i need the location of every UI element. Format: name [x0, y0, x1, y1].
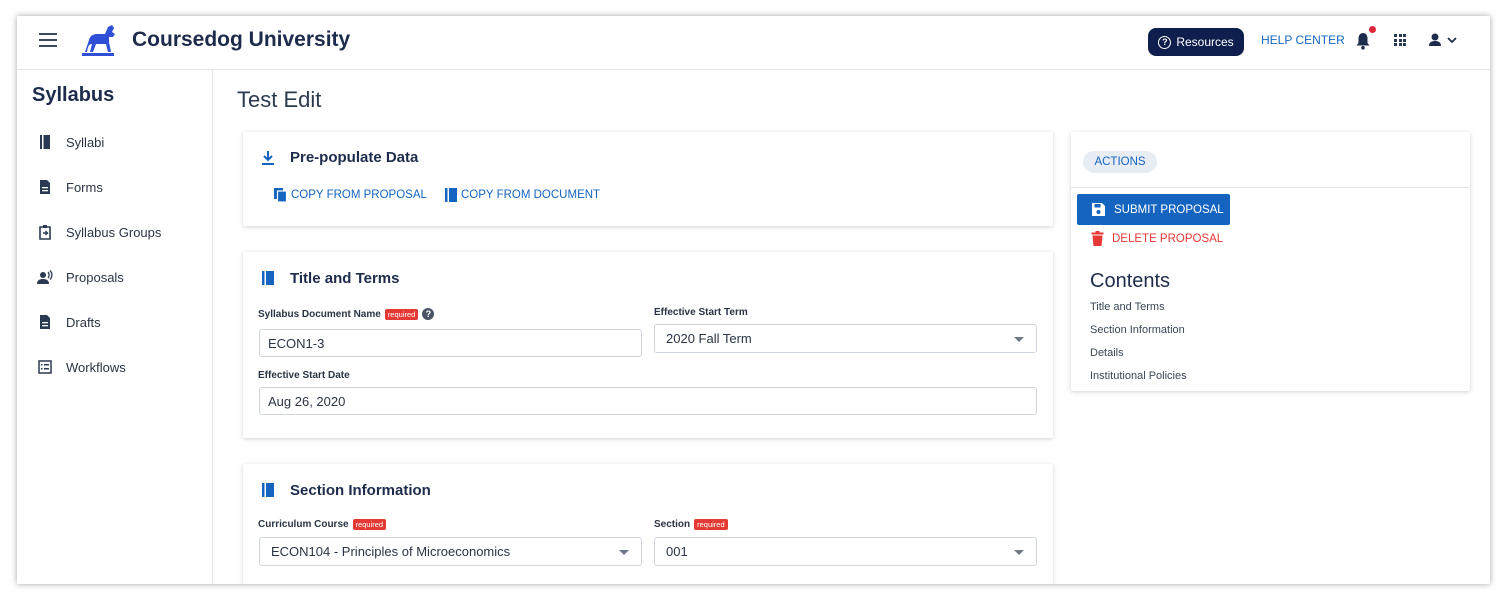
resources-button[interactable]: ? Resources [1148, 28, 1244, 56]
contents-link-section-information[interactable]: Section Information [1090, 324, 1185, 336]
sidebar-item-syllabus-groups[interactable]: Syllabus Groups [37, 220, 207, 244]
actions-tab[interactable]: ACTIONS [1083, 151, 1157, 173]
contents-title: Contents [1090, 270, 1171, 292]
chevron-down-icon [619, 549, 629, 555]
copy-from-proposal-label: COPY FROM PROPOSAL [291, 189, 427, 201]
contents-link-title-terms[interactable]: Title and Terms [1090, 301, 1165, 313]
question-circle-icon: ? [1158, 35, 1172, 49]
required-badge: required [384, 308, 419, 320]
start-date-label: Effective Start Date [258, 370, 350, 381]
sidebar-item-label: Syllabus Groups [66, 224, 162, 240]
start-term-select[interactable]: 2020 Fall Term [654, 324, 1037, 353]
start-term-label-text: Effective Start Term [654, 307, 748, 318]
document-icon [40, 180, 50, 194]
apps-grid-icon[interactable] [1394, 34, 1406, 46]
help-circle-icon[interactable]: ? [422, 308, 435, 320]
help-center-link[interactable]: HELP CENTER [1261, 33, 1345, 47]
section-value: 001 [666, 544, 688, 559]
sidebar: Syllabus Syllabi Forms Syllabus Groups P… [17, 70, 213, 584]
contents-link-institutional-policies[interactable]: Institutional Policies [1090, 370, 1187, 382]
user-menu-icon[interactable] [1428, 32, 1462, 50]
submit-proposal-button[interactable]: SUBMIT PROPOSAL [1077, 194, 1230, 225]
section-label-text: Section [654, 519, 691, 530]
sidebar-title: Syllabus [32, 84, 115, 106]
required-badge: required [352, 519, 387, 530]
curriculum-course-select[interactable]: ECON104 - Principles of Microeconomics [259, 537, 642, 566]
hamburger-menu-icon[interactable] [39, 33, 57, 47]
sidebar-item-label: Syllabi [66, 134, 105, 150]
brand-title: Coursedog University [132, 28, 351, 51]
chevron-down-icon [1014, 336, 1024, 342]
course-label: Curriculum Course required [258, 519, 387, 530]
section-info-card: Section Information Curriculum Course re… [243, 464, 1053, 584]
copy-icon [274, 188, 288, 203]
sidebar-item-label: Forms [66, 179, 103, 195]
section-info-title: Section Information [290, 482, 431, 499]
notification-dot [1369, 26, 1376, 33]
document-icon [40, 315, 50, 329]
download-icon [262, 151, 274, 165]
book-icon [40, 135, 50, 149]
section-label: Section required [654, 519, 728, 530]
top-bar: Coursedog University ? Resources HELP CE… [17, 16, 1490, 70]
course-value: ECON104 - Principles of Microeconomics [271, 544, 511, 559]
book-icon [262, 483, 274, 497]
copy-from-proposal-button[interactable]: COPY FROM PROPOSAL [273, 187, 427, 203]
page-title: Test Edit [237, 87, 322, 112]
section-select[interactable]: 001 [654, 537, 1037, 566]
list-icon [38, 360, 52, 374]
resources-label: Resources [1176, 35, 1234, 49]
prepopulate-card: Pre-populate Data COPY FROM PROPOSAL COP… [243, 132, 1053, 226]
title-terms-title: Title and Terms [290, 270, 400, 287]
title-terms-card: Title and Terms Syllabus Document Name r… [243, 252, 1053, 438]
sidebar-item-label: Drafts [66, 314, 101, 330]
sidebar-item-workflows[interactable]: Workflows [37, 355, 207, 379]
sidebar-item-forms[interactable]: Forms [37, 175, 207, 199]
dog-logo-icon [82, 25, 115, 56]
book-icon [262, 271, 274, 285]
actions-panel: ACTIONS SUBMIT PROPOSAL DELETE PROPOSAL … [1071, 132, 1470, 391]
sidebar-item-drafts[interactable]: Drafts [37, 310, 207, 334]
required-badge: required [694, 519, 728, 530]
book-icon [445, 188, 457, 202]
panel-divider [1071, 187, 1470, 188]
copy-from-document-label: COPY FROM DOCUMENT [461, 189, 601, 201]
prepopulate-title: Pre-populate Data [290, 149, 419, 166]
course-label-text: Curriculum Course [258, 519, 349, 530]
doc-name-label-text: Syllabus Document Name [258, 308, 381, 320]
sidebar-item-label: Proposals [66, 269, 124, 285]
clipboard-icon [39, 225, 51, 240]
trash-icon [1091, 231, 1104, 246]
doc-name-label: Syllabus Document Name required ? [258, 308, 435, 320]
start-term-label: Effective Start Term [654, 307, 748, 318]
start-term-value: 2020 Fall Term [666, 331, 752, 346]
start-date-input[interactable]: Aug 26, 2020 [259, 387, 1037, 415]
chevron-down-icon [1014, 549, 1024, 555]
speaker-person-icon [37, 270, 53, 284]
submit-proposal-label: SUBMIT PROPOSAL [1114, 203, 1224, 216]
sidebar-item-proposals[interactable]: Proposals [37, 265, 207, 289]
sidebar-item-label: Workflows [66, 359, 126, 375]
app-window: Coursedog University ? Resources HELP CE… [17, 16, 1490, 584]
start-date-label-text: Effective Start Date [258, 370, 350, 381]
delete-proposal-button[interactable]: DELETE PROPOSAL [1091, 231, 1223, 246]
contents-link-details[interactable]: Details [1090, 347, 1124, 359]
sidebar-item-syllabi[interactable]: Syllabi [37, 130, 207, 154]
notification-bell-icon[interactable] [1355, 32, 1371, 50]
copy-from-document-button[interactable]: COPY FROM DOCUMENT [444, 187, 600, 203]
delete-proposal-label: DELETE PROPOSAL [1112, 232, 1224, 245]
save-icon [1092, 203, 1105, 216]
doc-name-input[interactable]: ECON1-3 [259, 329, 642, 357]
